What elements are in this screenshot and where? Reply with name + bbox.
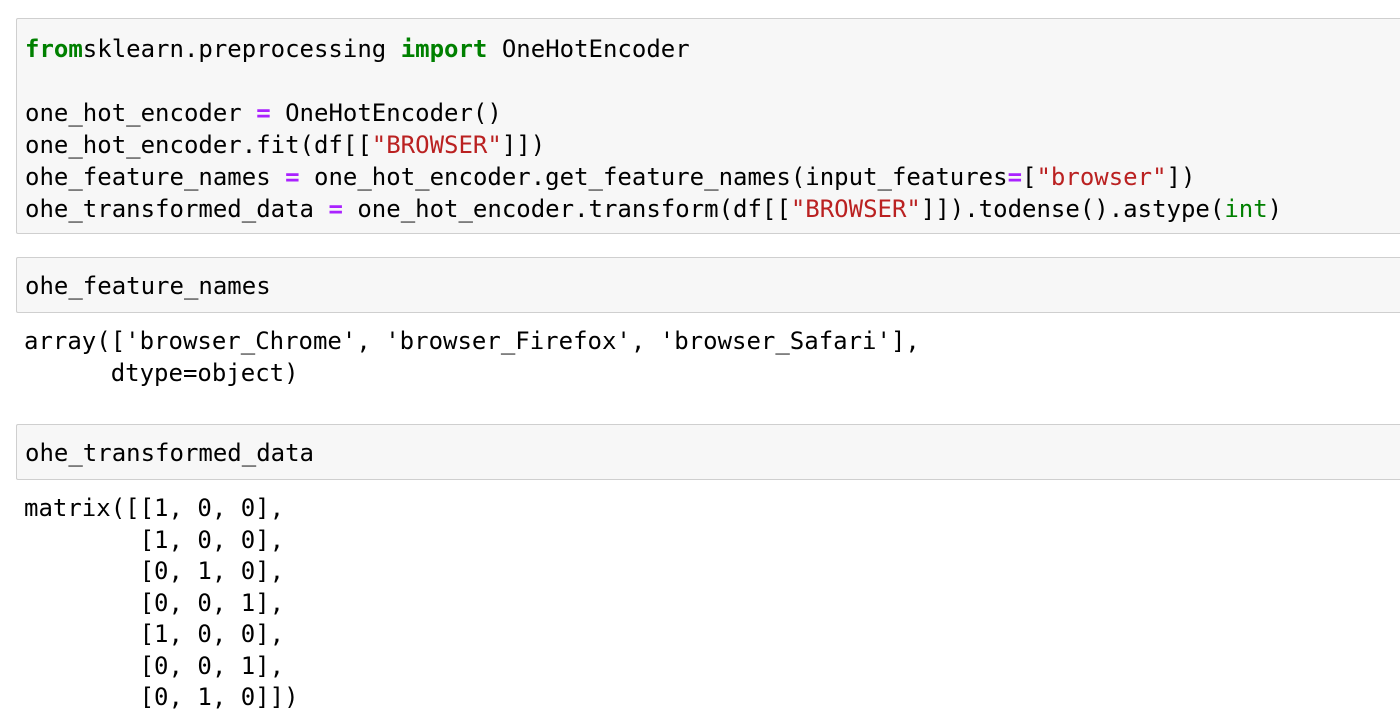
output-line: matrix([[1, 0, 0], (24, 494, 285, 522)
code-token: ohe_transformed_data (25, 439, 314, 467)
operator-token: = (256, 99, 271, 127)
code-line: fromsklearn.preprocessing import OneHotE… (25, 33, 690, 65)
output-line: [1, 0, 0], (24, 620, 285, 648)
keyword-token: from (25, 35, 83, 63)
code-line: ohe_feature_names (25, 270, 271, 302)
output-line: [1, 0, 0], (24, 526, 285, 554)
output-line: dtype=object) (24, 359, 299, 387)
code-token: one_hot_encoder (25, 99, 257, 127)
code-cell-imports[interactable]: fromsklearn.preprocessing import OneHotE… (16, 18, 1400, 234)
code-token: ohe_feature_names (25, 272, 271, 300)
output-line: [0, 1, 0]]) (24, 683, 299, 711)
string-token: "BROWSER" (790, 195, 921, 223)
notebook: fromsklearn.preprocessing import OneHotE… (0, 0, 1400, 725)
code-line: ohe_transformed_data (25, 437, 314, 469)
code-token: sklearn.preprocessing (82, 35, 401, 63)
operator-token: = (328, 195, 343, 223)
output-area-feature-names: array(['browser_Chrome', 'browser_Firefo… (0, 325, 1400, 395)
code-token: ) (1267, 195, 1283, 223)
code-token: one_hot_encoder.get_feature_names(input_… (299, 163, 1008, 191)
keyword-token: import (400, 35, 488, 63)
string-token: "browser" (1036, 163, 1167, 191)
code-line: one_hot_encoder = OneHotEncoder() (25, 97, 502, 129)
operator-token: = (285, 163, 300, 191)
output-line: array(['browser_Chrome', 'browser_Firefo… (24, 327, 920, 355)
operator-token: = (1007, 163, 1023, 191)
code-token: OneHotEncoder (487, 35, 690, 63)
code-token: ohe_transformed_data (25, 195, 329, 223)
code-token: ]]).todense().astype( (920, 195, 1225, 223)
code-line: one_hot_encoder.fit(df[["BROWSER"]]) (25, 129, 545, 161)
output-area-transformed-data: matrix([[1, 0, 0], [1, 0, 0], [0, 1, 0],… (0, 492, 1400, 722)
code-token: OneHotEncoder() (270, 99, 502, 127)
code-token: one_hot_encoder.fit(df[[ (25, 131, 372, 159)
output-line: [0, 0, 1], (24, 652, 285, 680)
code-token: ohe_feature_names (25, 163, 286, 191)
output-line: [0, 1, 0], (24, 557, 285, 585)
code-token: one_hot_encoder.transform(df[[ (342, 195, 791, 223)
output-line: [0, 0, 1], (24, 589, 285, 617)
code-cell-feature-names[interactable]: ohe_feature_names (16, 257, 1400, 313)
code-token: ]]) (501, 131, 546, 159)
code-cell-transformed-data[interactable]: ohe_transformed_data (16, 424, 1400, 480)
code-token: ]) (1166, 163, 1196, 191)
code-line: ohe_feature_names = one_hot_encoder.get_… (25, 161, 1195, 193)
code-line: ohe_transformed_data = one_hot_encoder.t… (25, 193, 1282, 225)
builtin-token: int (1224, 195, 1268, 223)
code-token: [ (1022, 163, 1037, 191)
string-token: "BROWSER" (371, 131, 502, 159)
